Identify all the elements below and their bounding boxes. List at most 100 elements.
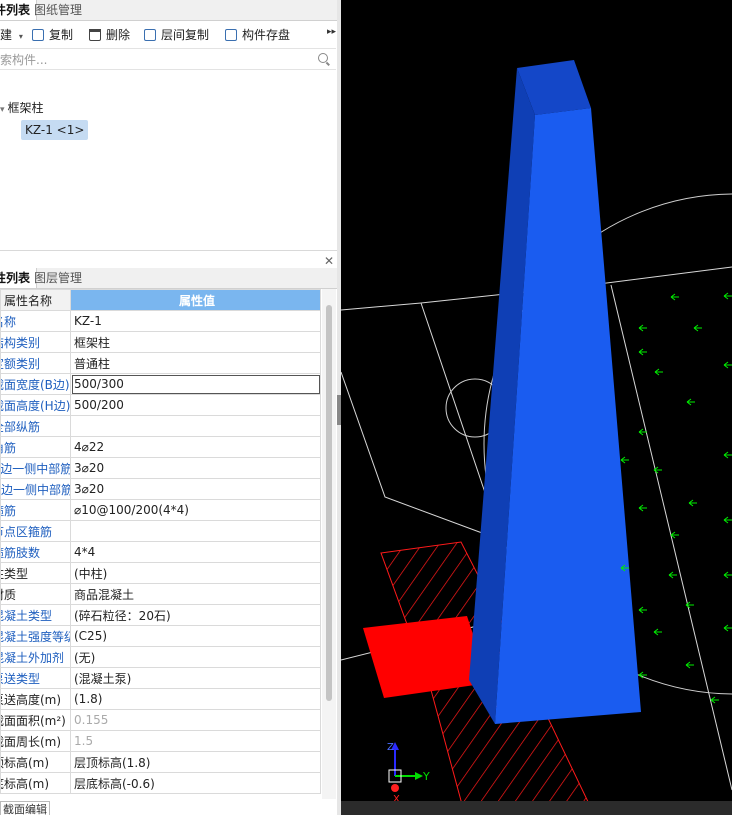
load-arrow-icon: [668, 571, 677, 579]
property-value[interactable]: 500/200: [70, 394, 321, 416]
property-row[interactable]: 泵送类型(混凝土泵): [0, 667, 321, 689]
load-arrow-icon: [723, 571, 732, 579]
load-arrow-icon: [723, 516, 732, 524]
property-name: 截面高度(H边)(mm): [0, 394, 71, 416]
property-row[interactable]: 箍筋肢数4*4: [0, 541, 321, 563]
property-row[interactable]: 箍筋⌀10@100/200(4*4): [0, 499, 321, 521]
property-value[interactable]: 层顶标高(1.8): [70, 751, 321, 773]
tab-drawing-management[interactable]: 图纸管理: [28, 0, 88, 20]
property-name: 箍筋肢数: [0, 541, 71, 563]
delete-button-label: 删除: [106, 28, 131, 42]
property-value[interactable]: (碎石粒径：20石): [70, 604, 321, 626]
property-row[interactable]: 全部纵筋: [0, 415, 321, 437]
tree-collapse-icon[interactable]: ▾: [0, 105, 5, 115]
property-name: 材质: [0, 583, 71, 605]
component-tabbar: 构件列表 图纸管理: [0, 0, 338, 21]
search-icon[interactable]: [318, 53, 328, 63]
property-row[interactable]: 角筋4⌀22: [0, 436, 321, 458]
property-row[interactable]: 泵送高度(m)(1.8): [0, 688, 321, 710]
property-row[interactable]: 截面高度(H边)(mm)500/200: [0, 394, 321, 416]
tree-node-kz1[interactable]: KZ-1 <1>: [21, 120, 89, 140]
property-value[interactable]: 普通柱: [70, 352, 321, 374]
property-name: 混凝土类型: [0, 604, 71, 626]
property-value[interactable]: 3⌀20: [70, 457, 321, 479]
property-row[interactable]: 混凝土强度等级(C25): [0, 625, 321, 647]
property-row[interactable]: 节点区箍筋: [0, 520, 321, 542]
save-component-button-label: 构件存盘: [242, 28, 291, 42]
property-row[interactable]: 顶标高(m)层顶标高(1.8): [0, 751, 321, 773]
new-button[interactable]: 新建 ▾: [0, 26, 23, 44]
tree-node-frame-column[interactable]: ▾ 框架柱: [0, 99, 44, 116]
property-row[interactable]: 底标高(m)层底标高(-0.6): [0, 772, 321, 794]
property-grid-body: 名称KZ-1结构类别框架柱定额类别普通柱截面宽度(B边)(mm)500/300截…: [0, 310, 321, 794]
property-value[interactable]: 4*4: [70, 541, 321, 563]
load-arrow-icon: [638, 504, 647, 512]
load-arrow-icon: [723, 361, 732, 369]
property-row[interactable]: 定额类别普通柱: [0, 352, 321, 374]
property-value[interactable]: ⌀10@100/200(4*4): [70, 499, 321, 521]
property-value[interactable]: 3⌀20: [70, 478, 321, 500]
save-component-icon: [225, 29, 237, 41]
property-name: B边一侧中部筋: [0, 457, 71, 479]
property-value[interactable]: (混凝土泵): [70, 667, 321, 689]
property-row[interactable]: 柱类型(中柱): [0, 562, 321, 584]
property-value[interactable]: 500/300: [70, 373, 321, 395]
property-value[interactable]: 1.5: [70, 730, 321, 752]
load-arrow-icon: [693, 324, 702, 332]
property-value[interactable]: [70, 415, 321, 437]
property-row[interactable]: 混凝土类型(碎石粒径：20石): [0, 604, 321, 626]
property-value[interactable]: (无): [70, 646, 321, 668]
load-arrow-icon: [638, 324, 647, 332]
load-arrow-icon: [670, 531, 679, 539]
floor-copy-icon: [144, 29, 156, 41]
copy-button[interactable]: 复制: [32, 26, 73, 44]
property-row[interactable]: 截面宽度(B边)(mm)500/300: [0, 373, 321, 395]
property-row[interactable]: 截面面积(m²)0.155: [0, 709, 321, 731]
panel-divider: [0, 250, 338, 251]
property-name: 名称: [0, 310, 71, 332]
property-value[interactable]: 商品混凝土: [70, 583, 321, 605]
property-row[interactable]: H边一侧中部筋3⌀20: [0, 478, 321, 500]
property-row[interactable]: 材质商品混凝土: [0, 583, 321, 605]
property-value[interactable]: (1.8): [70, 688, 321, 710]
component-search[interactable]: 搜索构件...: [0, 48, 336, 70]
delete-button[interactable]: 删除: [89, 26, 130, 44]
property-name: 全部纵筋: [0, 415, 71, 437]
property-value[interactable]: 层底标高(-0.6): [70, 772, 321, 794]
column-kz1[interactable]: [469, 60, 641, 724]
property-name: 底标高(m): [0, 772, 71, 794]
property-value[interactable]: (C25): [70, 625, 321, 647]
property-row[interactable]: 名称KZ-1: [0, 310, 321, 332]
property-value[interactable]: 4⌀22: [70, 436, 321, 458]
save-component-button[interactable]: 构件存盘: [225, 26, 290, 44]
property-row[interactable]: 结构类别框架柱: [0, 331, 321, 353]
tab-section-edit[interactable]: 截面编辑: [0, 801, 50, 815]
search-input[interactable]: 搜索构件...: [0, 51, 47, 68]
load-arrow-icon: [638, 348, 647, 356]
load-arrow-icon: [638, 606, 647, 614]
property-value[interactable]: KZ-1: [70, 310, 321, 332]
property-name: 结构类别: [0, 331, 71, 353]
property-row[interactable]: B边一侧中部筋3⌀20: [0, 457, 321, 479]
property-value[interactable]: [70, 520, 321, 542]
property-row[interactable]: 混凝土外加剂(无): [0, 646, 321, 668]
load-arrow-icon: [620, 456, 629, 464]
property-name: 混凝土外加剂: [0, 646, 71, 668]
close-icon[interactable]: ✕: [324, 254, 334, 268]
property-row[interactable]: 截面周长(m)1.5: [0, 730, 321, 752]
axis-z-label: Z: [387, 742, 394, 753]
tree-node-label: 框架柱: [7, 101, 44, 115]
load-arrow-icon: [710, 696, 719, 704]
scrollbar-thumb[interactable]: [326, 305, 332, 701]
toolbar-overflow-icon[interactable]: ▸▸: [327, 27, 336, 37]
property-value[interactable]: 框架柱: [70, 331, 321, 353]
tab-layer-management[interactable]: 图层管理: [28, 268, 88, 288]
property-scrollbar[interactable]: [322, 289, 336, 799]
axis-triad: Z Y X: [387, 742, 430, 805]
viewport-canvas[interactable]: Z Y X: [341, 0, 732, 815]
floor-copy-button[interactable]: 层间复制: [144, 26, 209, 44]
property-value[interactable]: (中柱): [70, 562, 321, 584]
property-value[interactable]: 0.155: [70, 709, 321, 731]
3d-viewport[interactable]: Z Y X: [341, 0, 732, 815]
property-name: 截面面积(m²): [0, 709, 71, 731]
